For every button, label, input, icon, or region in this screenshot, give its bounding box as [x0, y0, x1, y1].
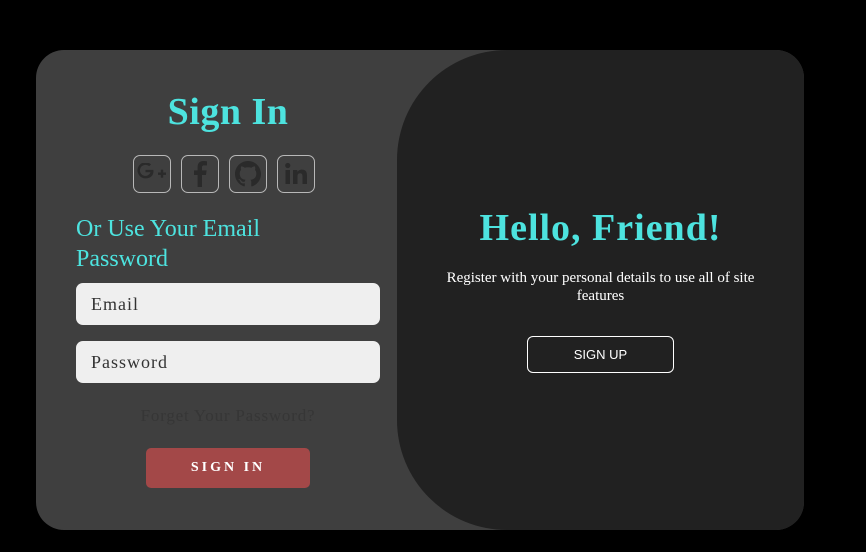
linkedin-icon	[284, 162, 308, 186]
auth-card: Sign In Or Use Your Email Password Email…	[36, 50, 804, 530]
facebook-button[interactable]	[181, 155, 219, 193]
github-icon	[235, 161, 261, 187]
email-field[interactable]	[76, 283, 380, 325]
forgot-password-link[interactable]: Forget Your Password?	[36, 406, 420, 426]
facebook-icon	[192, 161, 208, 187]
github-button[interactable]	[229, 155, 267, 193]
linkedin-button[interactable]	[277, 155, 315, 193]
google-plus-icon	[137, 163, 167, 185]
welcome-title: Hello, Friend!	[479, 207, 722, 249]
signin-panel: Sign In Or Use Your Email Password Email…	[36, 50, 420, 530]
welcome-panel: Hello, Friend! Register with your person…	[397, 50, 804, 530]
sign-in-button[interactable]: SIGN IN	[146, 448, 310, 488]
signin-title: Sign In	[167, 91, 289, 133]
google-plus-button[interactable]	[133, 155, 171, 193]
alt-signin-text: Or Use Your Email Password	[76, 216, 260, 272]
password-field[interactable]	[76, 341, 380, 383]
social-buttons	[133, 155, 315, 193]
sign-up-button[interactable]: SIGN UP	[527, 336, 674, 373]
welcome-description: Register with your personal details to u…	[446, 270, 755, 304]
